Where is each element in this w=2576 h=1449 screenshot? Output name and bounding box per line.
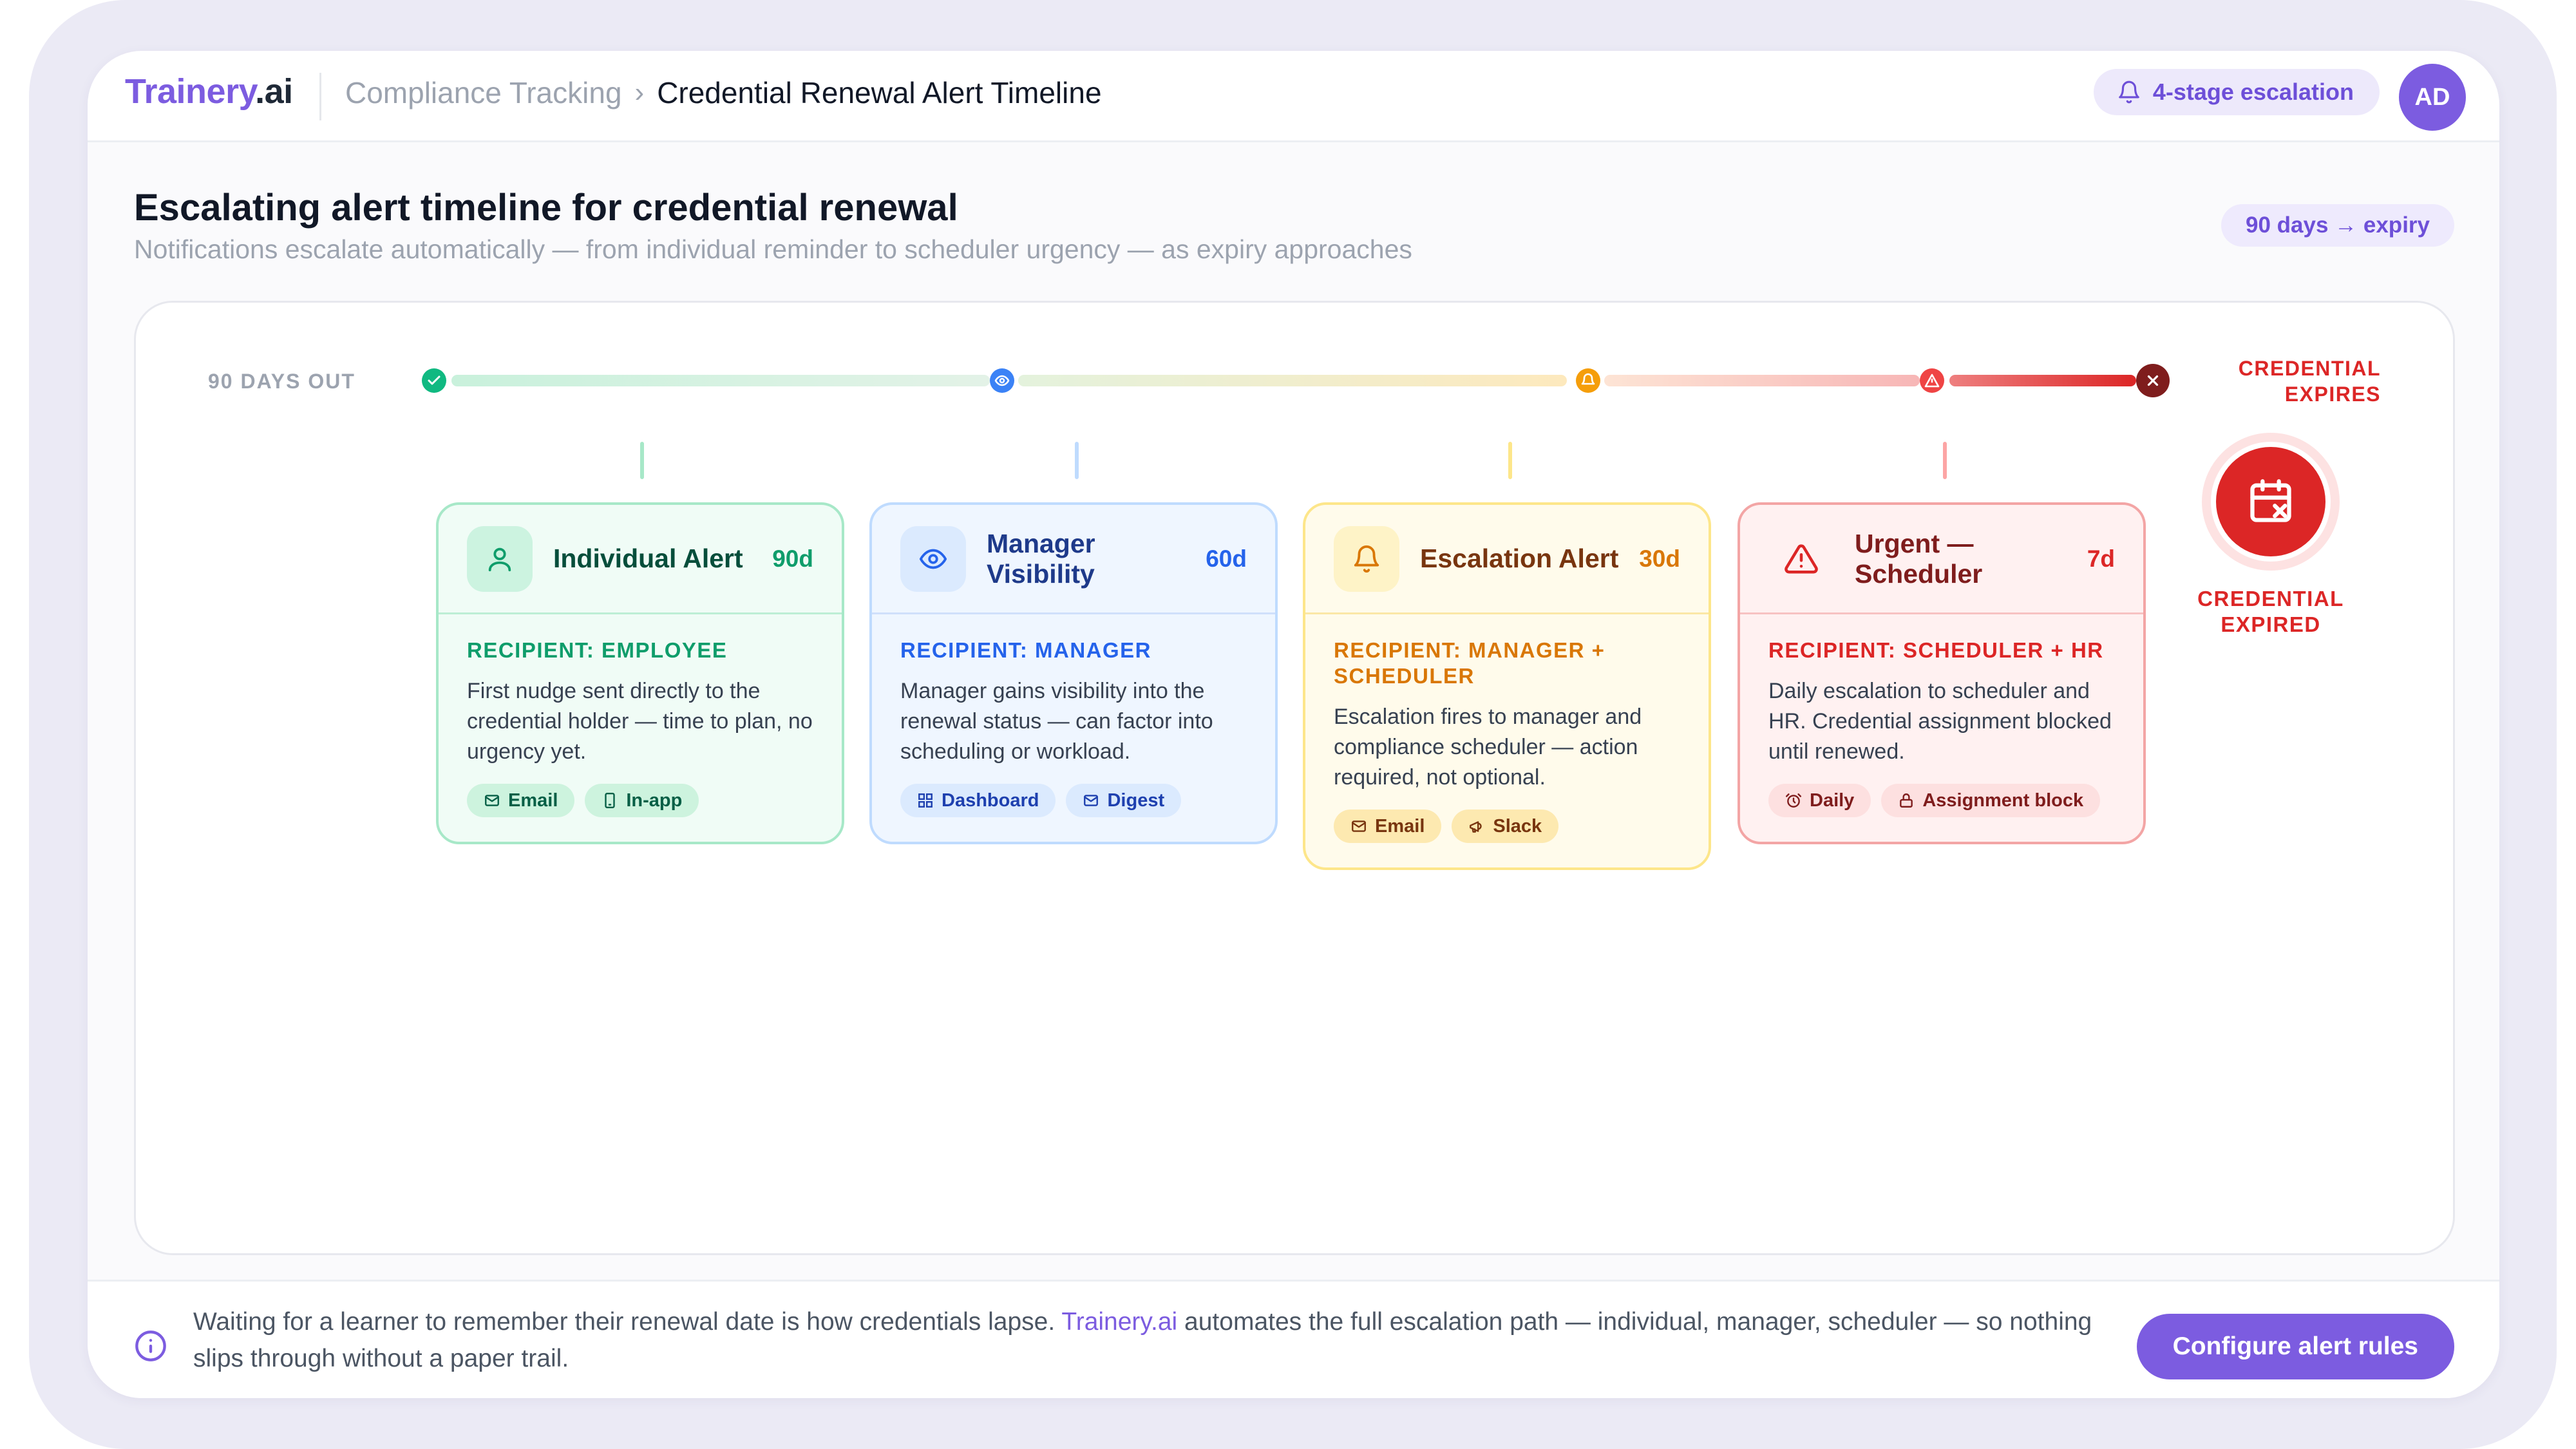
eye-icon bbox=[990, 368, 1014, 393]
logo[interactable]: Trainery.ai bbox=[125, 71, 293, 111]
grid-icon bbox=[918, 793, 933, 808]
stage-connector bbox=[1508, 442, 1512, 479]
mail-icon bbox=[1352, 820, 1366, 832]
stage-recipient: RECIPIENT: SCHEDULER + HR bbox=[1768, 638, 2104, 662]
timeline-start-label: 90 DAYS OUT bbox=[208, 370, 355, 393]
close-icon bbox=[2136, 364, 2170, 397]
bell-icon bbox=[1334, 526, 1399, 592]
timeline-segment-4 bbox=[1949, 375, 2136, 386]
breadcrumb-current: Credential Renewal Alert Timeline bbox=[657, 76, 1102, 109]
channel-tag-dashboard: Dashboard bbox=[900, 784, 1056, 817]
stage-recipient: RECIPIENT: MANAGER + SCHEDULER bbox=[1334, 638, 1605, 688]
stage-title: Manager Visibility bbox=[987, 528, 1095, 589]
stage-card-individual[interactable]: Individual Alert 90d RECIPIENT: EMPLOYEE… bbox=[436, 502, 844, 844]
logo-main: Trainery bbox=[125, 72, 256, 111]
stage-title: Escalation Alert bbox=[1420, 544, 1619, 573]
tag-label: Dashboard bbox=[942, 790, 1039, 811]
credential-expired-line1: CREDENTIAL bbox=[2197, 587, 2344, 611]
phone-icon bbox=[605, 792, 616, 809]
channel-tag-daily: Daily bbox=[1768, 784, 1871, 817]
stage-description: Manager gains visibility into the renewa… bbox=[900, 679, 1213, 764]
stage-card-urgent[interactable]: Urgent — Scheduler 7d RECIPIENT: SCHEDUL… bbox=[1738, 502, 2146, 844]
breadcrumb-parent[interactable]: Compliance Tracking bbox=[345, 75, 622, 110]
tag-label: In-app bbox=[626, 790, 683, 811]
footer-brand: Trainery.ai bbox=[1061, 1308, 1178, 1336]
page-title: Escalating alert timeline for credential… bbox=[134, 187, 958, 229]
channel-tag-email: Email bbox=[1334, 810, 1442, 843]
user-icon bbox=[467, 526, 533, 592]
mail-icon bbox=[485, 795, 499, 806]
warning-icon bbox=[1768, 526, 1834, 592]
top-bar: Trainery.ai Compliance Tracking › Creden… bbox=[88, 51, 2499, 142]
mail-icon bbox=[1084, 795, 1099, 806]
tag-label: Email bbox=[1375, 815, 1425, 837]
stage-connector bbox=[1943, 442, 1947, 479]
channel-tag-in-app: In-app bbox=[585, 784, 699, 817]
timeline-segment-3 bbox=[1604, 375, 1920, 386]
tag-label: Assignment block bbox=[1922, 790, 2084, 811]
stage-card-manager[interactable]: Manager Visibility 60d RECIPIENT: MANAGE… bbox=[869, 502, 1278, 844]
stage-connector bbox=[1075, 442, 1079, 479]
stage-connector bbox=[640, 442, 644, 479]
escalation-badge-label: 4-stage escalation bbox=[2152, 79, 2354, 105]
stage-days: 7d bbox=[2087, 545, 2115, 572]
range-badge: 90 days → expiry bbox=[2221, 204, 2454, 247]
credential-expired-line2: EXPIRED bbox=[2221, 612, 2321, 636]
logo-suffix: .ai bbox=[255, 72, 293, 111]
check-icon bbox=[422, 368, 446, 393]
lock-icon bbox=[1900, 793, 1913, 808]
stage-description: Escalation fires to manager and complian… bbox=[1334, 705, 1642, 790]
footer-message: Waiting for a learner to remember their … bbox=[193, 1303, 2138, 1377]
stage-title: Urgent — Scheduler bbox=[1855, 528, 1983, 589]
info-icon bbox=[135, 1331, 166, 1361]
stage-title: Individual Alert bbox=[553, 544, 743, 573]
app-window: Trainery.ai Compliance Tracking › Creden… bbox=[88, 51, 2499, 1398]
bell-icon bbox=[1576, 368, 1600, 393]
stage-recipient: RECIPIENT: MANAGER bbox=[900, 638, 1152, 662]
credential-expires-line2: EXPIRES bbox=[2284, 383, 2381, 406]
breadcrumb-separator: › bbox=[634, 77, 645, 108]
timeline-segment-1 bbox=[451, 375, 990, 386]
credential-expired-label: CREDENTIAL EXPIRED bbox=[2177, 586, 2364, 638]
configure-alert-rules-button[interactable]: Configure alert rules bbox=[2136, 1314, 2454, 1379]
credential-expired-badge bbox=[2202, 433, 2340, 571]
credential-expires-line1: CREDENTIAL bbox=[2238, 357, 2381, 380]
escalation-badge: 4-stage escalation bbox=[2093, 69, 2380, 115]
channel-tag-slack: Slack bbox=[1452, 810, 1559, 843]
stage-description: Daily escalation to scheduler and HR. Cr… bbox=[1768, 679, 2112, 764]
stage-card-escalation[interactable]: Escalation Alert 30d RECIPIENT: MANAGER … bbox=[1303, 502, 1711, 870]
footer: Waiting for a learner to remember their … bbox=[88, 1280, 2499, 1398]
tag-label: Slack bbox=[1493, 815, 1542, 837]
channel-tag-email: Email bbox=[467, 784, 575, 817]
calendar-x-icon bbox=[2250, 479, 2291, 522]
stage-description: First nudge sent directly to the credent… bbox=[467, 679, 813, 764]
page-subtitle: Notifications escalate automatically — f… bbox=[134, 234, 1412, 264]
channel-tag-digest: Digest bbox=[1066, 784, 1182, 817]
tag-label: Digest bbox=[1107, 790, 1165, 811]
breadcrumb: Compliance Tracking › Credential Renewal… bbox=[345, 75, 1102, 110]
alarm-clock-icon bbox=[1785, 793, 1802, 808]
eye-icon bbox=[900, 526, 966, 592]
divider bbox=[319, 73, 321, 120]
main-content: Escalating alert timeline for credential… bbox=[88, 142, 2499, 1280]
tag-label: Daily bbox=[1810, 790, 1855, 811]
avatar[interactable]: AD bbox=[2399, 64, 2466, 131]
timeline-segment-2 bbox=[1018, 375, 1567, 386]
bell-icon bbox=[2119, 80, 2139, 104]
stage-recipient: RECIPIENT: EMPLOYEE bbox=[467, 638, 728, 662]
tag-label: Email bbox=[508, 790, 558, 811]
megaphone-icon bbox=[1470, 821, 1482, 833]
stage-days: 90d bbox=[772, 545, 813, 572]
footer-text-part: Waiting for a learner to remember their … bbox=[193, 1308, 1062, 1336]
stage-days: 30d bbox=[1639, 545, 1680, 572]
channel-tag-assignment-block: Assignment block bbox=[1881, 784, 2101, 817]
stage-days: 60d bbox=[1206, 545, 1247, 572]
timeline-panel: 90 DAYS OUT CREDENTIAL EXPIRES Individua… bbox=[134, 301, 2455, 1255]
warning-icon bbox=[1920, 368, 1944, 393]
credential-expires-label: CREDENTIAL EXPIRES bbox=[2239, 355, 2381, 407]
